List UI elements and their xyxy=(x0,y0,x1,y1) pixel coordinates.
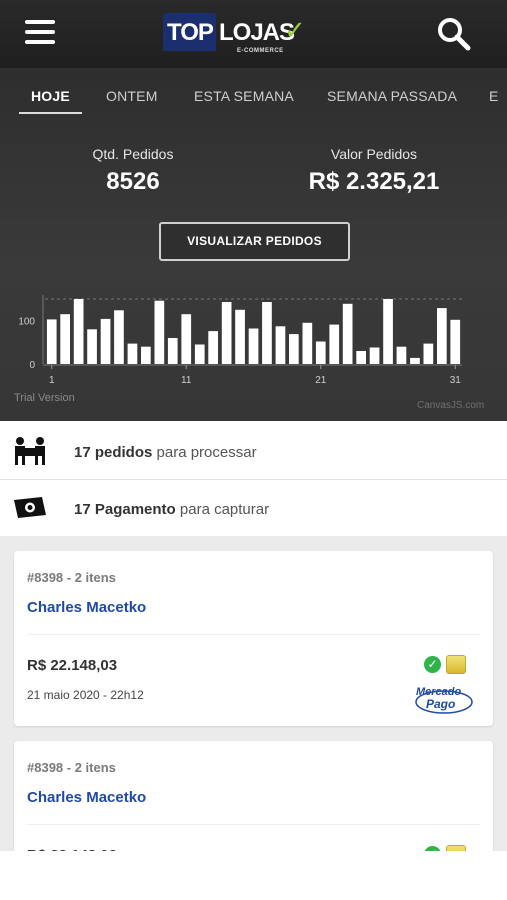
card-divider xyxy=(27,634,480,635)
orders-list: #8398 - 2 itens Charles Macetko R$ 22.14… xyxy=(0,536,507,871)
tab-esta-semana[interactable]: ESTA SEMANA xyxy=(194,88,294,104)
money-bill-icon xyxy=(14,497,46,518)
mercado-pago-logo: Mercado Pago xyxy=(415,686,473,714)
chart-x-tick-label: 11 xyxy=(181,375,192,386)
app-header: TOP LOJAS ✓ E-COMMERCE xyxy=(0,0,507,68)
order-customer-link[interactable]: Charles Macetko xyxy=(27,599,146,616)
orders-amount-label: Valor Pedidos xyxy=(330,146,418,162)
chart-bar xyxy=(275,326,286,364)
coins-icon xyxy=(446,655,466,674)
order-amount: R$ 22.148,03 xyxy=(27,657,118,674)
pending-orders-row[interactable]: 17 pedidos para processar xyxy=(0,423,507,480)
period-tabs: HOJE ONTEM ESTA SEMANA SEMANA PASSADA E xyxy=(0,68,507,116)
pending-orders-count: 17 pedidos xyxy=(74,444,153,461)
chart-bar xyxy=(194,344,205,364)
pending-payments-row[interactable]: 17 Pagamento para capturar xyxy=(0,480,507,537)
view-orders-button[interactable]: VISUALIZAR PEDIDOS xyxy=(159,222,350,261)
bottom-blank-area xyxy=(0,851,507,900)
logo-top-text: TOP xyxy=(167,19,214,46)
order-id: #8398 - 2 itens xyxy=(27,760,116,775)
chart-bar xyxy=(396,346,407,364)
chart-bar xyxy=(437,308,447,364)
chart-bar xyxy=(342,303,353,364)
pending-orders-text: 17 pedidos para processar xyxy=(74,444,257,461)
chart-bar xyxy=(423,343,434,364)
svg-text:Pago: Pago xyxy=(426,697,455,711)
chart-credit-link[interactable]: CanvasJS.com xyxy=(417,400,484,411)
chart-bar xyxy=(356,351,366,364)
orders-count-label: Qtd. Pedidos xyxy=(92,146,174,162)
tab-semana-passada[interactable]: SEMANA PASSADA xyxy=(327,88,457,104)
chart-bar xyxy=(167,338,178,364)
chart-bar xyxy=(46,319,57,364)
chart-bar xyxy=(154,300,165,364)
pending-payments-suffix: para capturar xyxy=(175,501,270,518)
hamburger-menu-icon[interactable] xyxy=(25,20,55,46)
chart-bar xyxy=(235,309,245,364)
orders-count-stat: Qtd. Pedidos 8526 xyxy=(73,146,193,196)
chart-bar xyxy=(114,310,124,364)
logo-subtitle: E-COMMERCE xyxy=(237,48,284,54)
chart-bar xyxy=(369,347,380,364)
orders-amount-value: R$ 2.325,21 xyxy=(308,168,440,195)
chart-bar xyxy=(60,314,70,364)
top-lojas-logo[interactable]: TOP LOJAS ✓ E-COMMERCE xyxy=(163,13,313,55)
chart-bar xyxy=(329,324,340,364)
orders-amount-stat: Valor Pedidos R$ 2.325,21 xyxy=(294,146,454,196)
card-divider xyxy=(27,824,480,825)
chart-bar xyxy=(383,299,393,364)
pending-orders-suffix: para processar xyxy=(152,444,257,461)
tab-ontem[interactable]: ONTEM xyxy=(106,88,158,104)
chart-bar xyxy=(221,302,232,364)
order-customer-link[interactable]: Charles Macetko xyxy=(27,789,146,806)
chart-bar xyxy=(248,328,259,364)
logo-lojas-text: LOJAS xyxy=(219,19,295,46)
chart-x-tick-label: 1 xyxy=(49,375,55,386)
orders-count-value: 8526 xyxy=(106,168,160,195)
pending-payments-text: 17 Pagamento para capturar xyxy=(74,501,269,518)
order-id: #8398 - 2 itens xyxy=(27,570,116,585)
chart-bar xyxy=(450,319,461,364)
chart-bar xyxy=(410,357,420,364)
order-card[interactable]: #8398 - 2 itens Charles Macetko R$ 22.14… xyxy=(14,551,493,726)
chart-bar xyxy=(208,331,218,364)
search-icon[interactable] xyxy=(436,16,472,52)
active-tab-indicator xyxy=(19,112,82,114)
chart-y-tick-label: 0 xyxy=(29,360,35,371)
chart-x-tick-label: 21 xyxy=(315,375,327,386)
chart-trial-watermark: Trial Version xyxy=(14,392,75,404)
pending-payments-count: 17 Pagamento xyxy=(74,501,176,518)
chart-bar xyxy=(181,314,192,364)
chart-bar xyxy=(302,322,313,364)
tab-next-partial[interactable]: E xyxy=(489,88,499,104)
people-boxes-icon xyxy=(15,437,45,465)
chart-bar xyxy=(315,341,326,364)
logo-check-icon: ✓ xyxy=(284,15,306,45)
dashboard-panel: HOJE ONTEM ESTA SEMANA SEMANA PASSADA E … xyxy=(0,68,507,421)
chart-bar xyxy=(127,343,138,364)
chart-bar xyxy=(141,346,151,364)
chart-bar xyxy=(262,302,272,364)
chart-bar xyxy=(100,318,111,364)
chart-bar xyxy=(73,299,84,364)
tab-hoje[interactable]: HOJE xyxy=(31,88,70,104)
chart-bar xyxy=(87,329,97,364)
chart-x-tick-label: 31 xyxy=(450,375,462,386)
chart-y-tick-label: 100 xyxy=(18,317,35,328)
order-date: 21 maio 2020 - 22h12 xyxy=(27,688,144,702)
chart-bar xyxy=(289,334,299,364)
check-status-icon: ✓ xyxy=(424,656,441,673)
